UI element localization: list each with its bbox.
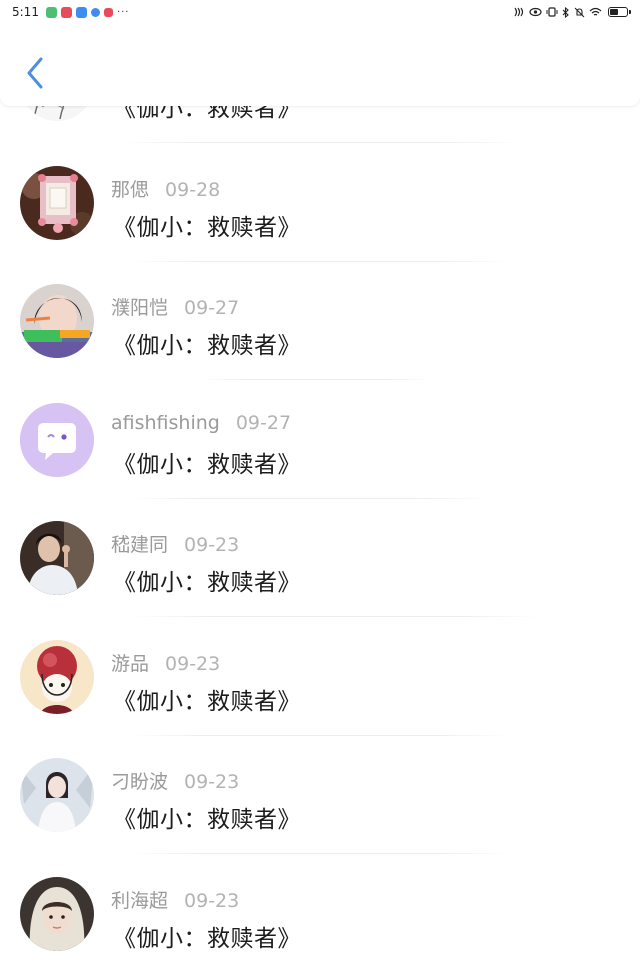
list-item[interactable]: 那偲 09-28 《伽小：救赎者》 xyxy=(0,144,640,263)
comment-date: 09-23 xyxy=(184,534,240,556)
more-icon: ··· xyxy=(116,6,130,18)
avatar[interactable] xyxy=(20,876,94,951)
nfc-icon xyxy=(514,7,524,17)
username[interactable]: 那偲 xyxy=(111,179,149,201)
username[interactable]: 游品 xyxy=(111,653,149,675)
comment-text: 《伽小：救赎者》 xyxy=(113,925,301,952)
username[interactable]: 利海超 xyxy=(111,890,168,912)
comment-text: 《伽小：救赎者》 xyxy=(113,214,301,241)
comment-date: 09-28 xyxy=(165,178,221,201)
comment-date: 09-23 xyxy=(184,889,240,912)
avatar[interactable] xyxy=(20,402,94,477)
avatar[interactable] xyxy=(20,284,94,358)
comment-meta: 刁盼波 09-23 xyxy=(111,767,239,794)
comment-text: 《伽小：救赎者》 xyxy=(113,333,301,359)
eye-icon xyxy=(529,7,542,17)
battery-icon xyxy=(608,7,631,17)
comment-date: 09-23 xyxy=(165,652,221,675)
avatar[interactable] xyxy=(20,521,94,595)
comment-text: 《伽小：救赎者》 xyxy=(113,570,301,596)
list-item[interactable]: 濮阳恺 09-27 《伽小：救赎者》 xyxy=(0,262,640,381)
comment-meta: 嵇建同 09-23 xyxy=(111,530,239,557)
comment-meta: 濮阳恺 09-27 xyxy=(111,293,239,320)
username[interactable]: 濮阳恺 xyxy=(111,297,168,319)
comment-text: 《伽小：救赎者》 xyxy=(113,451,301,478)
list-item[interactable]: afishfishing 09-27 《伽小：救赎者》 xyxy=(0,381,640,500)
notification-icon xyxy=(103,7,113,17)
list-item[interactable]: 利海超 09-23 《伽小：救赎者》 xyxy=(0,855,640,974)
comment-text: 《伽小：救赎者》 xyxy=(113,807,301,833)
status-bar: 5:11 ··· xyxy=(0,0,640,24)
wifi-icon xyxy=(589,7,602,16)
list-item[interactable]: 刁盼波 09-23 《伽小：救赎者》 xyxy=(0,736,640,855)
username[interactable]: 嵇建同 xyxy=(111,534,168,556)
wechat-icon xyxy=(45,6,57,18)
avatar[interactable] xyxy=(20,639,94,714)
list-item[interactable]: 游品 09-23 《伽小：救赎者》 xyxy=(0,618,640,737)
list-item[interactable]: 嵇建同 09-23 《伽小：救赎者》 xyxy=(0,499,640,618)
app-header xyxy=(0,24,640,106)
mail-icon xyxy=(75,6,87,18)
shield-icon xyxy=(90,7,100,17)
avatar[interactable] xyxy=(20,758,94,832)
comment-date: 09-23 xyxy=(184,771,240,793)
avatar[interactable] xyxy=(20,165,94,240)
comment-text: 《伽小：救赎者》 xyxy=(113,688,301,715)
comment-date: 09-27 xyxy=(235,411,292,434)
status-time: 5:11 xyxy=(12,5,39,19)
comment-date: 09-27 xyxy=(184,297,240,319)
comment-meta: 游品 09-23 xyxy=(111,649,220,676)
comment-meta: 利海超 09-23 xyxy=(111,886,239,913)
username[interactable]: 刁盼波 xyxy=(111,771,168,793)
bluetooth-icon xyxy=(562,6,569,18)
screen: 《伽小：救赎者》 那偲 09-28 《伽小：救赎者》 濮阳恺 09-27 《伽小… xyxy=(0,0,640,974)
comment-meta: afishfishing 09-27 xyxy=(111,412,291,434)
message-icon xyxy=(60,6,72,18)
vibrate-icon xyxy=(546,7,558,17)
chevron-left-icon xyxy=(27,57,43,89)
back-button[interactable] xyxy=(18,54,52,92)
mute-icon xyxy=(574,7,585,17)
username[interactable]: afishfishing xyxy=(111,412,220,434)
battery-level xyxy=(610,9,618,15)
comment-meta: 那偲 09-28 xyxy=(111,175,220,202)
